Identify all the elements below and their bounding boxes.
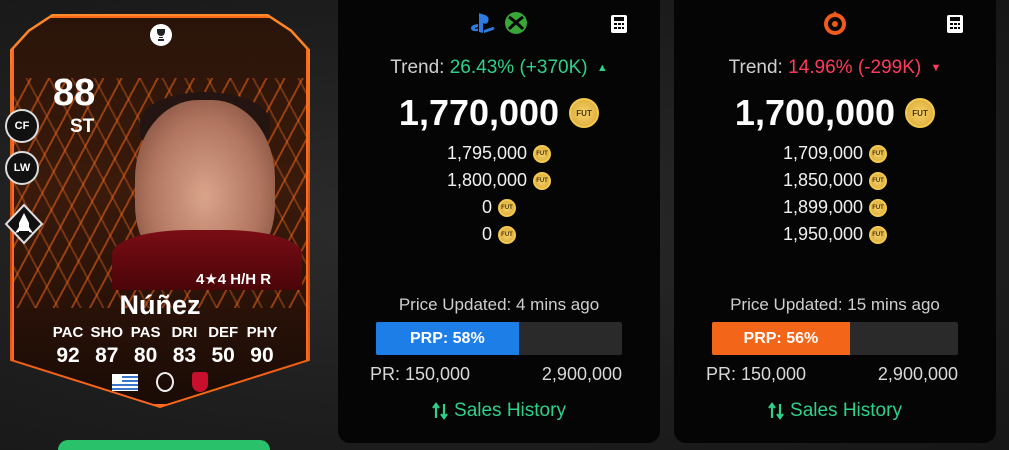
xbox-icon (505, 12, 527, 34)
price-range-min: PR: 150,000 (706, 364, 807, 384)
listing-price: 0 (481, 224, 492, 244)
price-range: PR: 150,000 2,900,000 (370, 364, 622, 385)
stat-value: 80 (133, 344, 158, 367)
sales-history-link[interactable]: Sales History (674, 400, 996, 422)
lowest-price: 1,700,000 FUT (674, 92, 996, 134)
lowest-price-value: 1,700,000 (734, 92, 896, 133)
stat-value: 92 (56, 344, 80, 367)
stat-label: DEF (208, 324, 239, 341)
calculator-icon[interactable] (946, 14, 964, 34)
stat-value: 90 (250, 344, 274, 367)
sales-history-link[interactable]: Sales History (338, 400, 660, 422)
list-item: 1,795,000 FUT (338, 140, 660, 167)
pc-price-panel: Trend: 14.96% (-299K) ▼ 1,700,000 FUT 1,… (674, 0, 996, 443)
compare-button[interactable] (58, 440, 270, 450)
trend-value: 14.96% (-299K) (788, 57, 922, 78)
listing-price: 1,899,000 (782, 197, 864, 217)
listing-price: 1,795,000 (446, 143, 528, 163)
prp-progress-bar: PRP: 58% (376, 322, 622, 355)
coin-icon: FUT (498, 198, 516, 217)
trend-label: Trend: (728, 57, 783, 78)
lowest-price: 1,770,000 FUT (338, 92, 660, 134)
listing-price: 1,709,000 (782, 143, 864, 163)
trend-down-arrow-icon: ▼ (930, 62, 942, 74)
price-updated-time: Price Updated: 15 mins ago (730, 295, 940, 314)
sales-history-label: Sales History (454, 400, 566, 421)
prp-fill: PRP: 58% (376, 322, 519, 355)
list-item: 0 FUT (338, 194, 660, 221)
player-name: Núñez (119, 290, 201, 320)
prp-label: PRP: 56% (743, 329, 819, 347)
list-item: 0 FUT (338, 221, 660, 248)
sales-history-label: Sales History (790, 400, 902, 421)
price-range-max: 2,900,000 (877, 364, 958, 384)
price-range: PR: 150,000 2,900,000 (706, 364, 958, 385)
coin-icon: FUT (533, 144, 552, 163)
prp-progress-bar: PRP: 56% (712, 322, 958, 355)
price-updated-time: Price Updated: 4 mins ago (398, 295, 600, 314)
stat-label: PHY (246, 324, 278, 341)
lowest-price-value: 1,770,000 (398, 92, 560, 133)
prp-label: PRP: 58% (409, 329, 485, 347)
europa-league-icon (150, 24, 172, 46)
alt-position-cf: CF (5, 109, 39, 143)
playstyle-rocket-icon (4, 203, 44, 245)
playstation-icon (471, 13, 495, 33)
trend-label: Trend: (390, 57, 445, 78)
coin-icon: FUT (533, 171, 552, 190)
player-position: ST (70, 116, 95, 137)
coin-icon: FUT (569, 98, 600, 128)
list-item: 1,850,000 FUT (674, 167, 996, 194)
price-listings: 1,709,000 FUT 1,850,000 FUT 1,899,000 FU… (674, 140, 996, 248)
listing-price: 1,850,000 (782, 170, 864, 190)
liverpool-crest-icon (192, 372, 208, 392)
coin-icon: FUT (869, 225, 888, 244)
coin-icon: FUT (869, 171, 888, 190)
stat-value: 83 (172, 344, 197, 367)
list-item: 1,709,000 FUT (674, 140, 996, 167)
trend-value: 26.43% (+370K) (449, 57, 588, 78)
sort-arrows-icon (768, 402, 784, 420)
coin-icon: FUT (905, 98, 936, 128)
coin-icon: FUT (498, 225, 516, 244)
stat-label: SHO (90, 324, 124, 341)
stat-value: 50 (211, 344, 235, 367)
stat-value: 87 (95, 344, 119, 367)
card-badges (112, 372, 208, 392)
skill-weak-foot-workrate: 4★4 H/H R (196, 271, 272, 288)
list-item: 1,950,000 FUT (674, 221, 996, 248)
origin-icon (824, 11, 846, 35)
price-trend: Trend: 26.43% (+370K) ▲ (338, 57, 660, 79)
premier-league-icon (156, 372, 174, 392)
stat-labels: PAC SHO PAS DRI DEF PHY (50, 324, 280, 341)
player-card[interactable]: 88 ST 4★4 H/H R Núñez PAC SHO PAS DRI DE… (0, 0, 320, 450)
listing-price: 0 (481, 197, 492, 217)
price-trend: Trend: 14.96% (-299K) ▼ (674, 57, 996, 79)
stat-label: DRI (171, 324, 198, 341)
stat-values: 92 87 80 83 50 90 (50, 344, 280, 368)
price-range-max: 2,900,000 (541, 364, 622, 384)
sort-arrows-icon (432, 402, 448, 420)
stat-label: PAC (52, 324, 84, 341)
price-listings: 1,795,000 FUT 1,800,000 FUT 0 FUT 0 FUT (338, 140, 660, 248)
list-item: 1,899,000 FUT (674, 194, 996, 221)
console-price-panel: Trend: 26.43% (+370K) ▲ 1,770,000 FUT 1,… (338, 0, 660, 443)
coin-icon: FUT (869, 198, 888, 217)
listing-price: 1,800,000 (446, 170, 528, 190)
prp-fill: PRP: 56% (712, 322, 850, 355)
stat-label: PAS (130, 324, 161, 341)
price-range-min: PR: 150,000 (370, 364, 471, 384)
list-item: 1,800,000 FUT (338, 167, 660, 194)
listing-price: 1,950,000 (782, 224, 864, 244)
calculator-icon[interactable] (610, 14, 628, 34)
uruguay-flag-icon (112, 373, 138, 391)
coin-icon: FUT (869, 144, 888, 163)
player-rating: 88 (53, 72, 96, 114)
trend-up-arrow-icon: ▲ (596, 62, 608, 74)
alt-position-lw: LW (5, 151, 39, 185)
